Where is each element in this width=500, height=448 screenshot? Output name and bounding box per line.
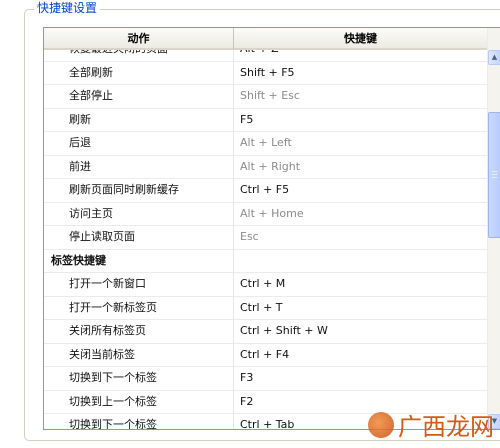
group-label: 标签快捷键 xyxy=(44,249,234,272)
scroll-thumb[interactable] xyxy=(488,112,500,238)
shortcut-cell[interactable] xyxy=(234,250,488,273)
action-cell: 恢复最近关闭的页面 xyxy=(44,50,234,61)
action-cell: 后退 xyxy=(44,132,234,155)
shortcut-cell[interactable]: Ctrl + F5 xyxy=(234,179,488,202)
column-header-action[interactable]: 动作 xyxy=(44,28,234,50)
shortcut-cell[interactable]: Esc xyxy=(234,226,488,249)
action-cell: 停止读取页面 xyxy=(44,226,234,249)
action-cell: 切换到上一个标签 xyxy=(44,390,234,413)
group-title: 快捷键设置 xyxy=(34,1,101,15)
shortcut-cell[interactable]: Shift + F5 xyxy=(234,62,488,85)
action-cell: 打开一个新标签页 xyxy=(44,296,234,319)
shortcut-cell[interactable]: Shift + Esc xyxy=(234,85,488,108)
table-row[interactable]: 前进 Alt + Right xyxy=(44,155,488,179)
shortcut-cell[interactable]: Ctrl + Shift + W xyxy=(234,320,488,343)
table-row[interactable]: 恢复最近关闭的页面Alt + Z xyxy=(44,50,488,62)
shortcut-cell[interactable]: Alt + Left xyxy=(234,132,488,155)
site-watermark: 广西龙网 xyxy=(368,407,494,442)
table-row[interactable]: 后退 Alt + Left xyxy=(44,132,488,156)
action-cell: 全部停止 xyxy=(44,85,234,108)
vertical-scrollbar[interactable]: ▲ ▼ xyxy=(487,28,500,429)
table-row[interactable]: 刷新页面同时刷新缓存 Ctrl + F5 xyxy=(44,179,488,203)
shortcut-cell[interactable]: Alt + Z xyxy=(234,50,488,61)
table-row[interactable]: 关闭当前标签 Ctrl + F4 xyxy=(44,343,488,367)
table-row[interactable]: 打开一个新标签页 Ctrl + T xyxy=(44,296,488,320)
table-row[interactable]: 访问主页 Alt + Home xyxy=(44,202,488,226)
action-cell: 切换到下一个标签 xyxy=(44,367,234,390)
action-cell: 刷新 xyxy=(44,108,234,131)
shortcut-cell[interactable]: Ctrl + T xyxy=(234,297,488,320)
scroll-up-button[interactable]: ▲ xyxy=(488,50,500,65)
list-rows: 恢复最近关闭的页面Alt + Z全部刷新Shift + F5全部停止Shift … xyxy=(44,50,488,429)
shortcut-cell[interactable]: Ctrl + M xyxy=(234,273,488,296)
action-cell: 访问主页 xyxy=(44,202,234,225)
table-row[interactable]: 刷新 F5 xyxy=(44,108,488,132)
table-row[interactable]: 打开一个新窗口 Ctrl + M xyxy=(44,273,488,297)
shortcut-cell[interactable]: Ctrl + F4 xyxy=(234,344,488,367)
shortcut-cell[interactable]: F5 xyxy=(234,109,488,132)
column-header-shortcut[interactable]: 快捷键 xyxy=(234,28,488,50)
action-cell: 全部刷新 xyxy=(44,61,234,84)
table-row[interactable]: 停止读取页面 Esc xyxy=(44,226,488,250)
action-cell: 切换到下一个标签 xyxy=(44,414,234,429)
list-header: 动作 快捷键 xyxy=(44,28,488,50)
shortcut-cell[interactable]: F3 xyxy=(234,367,488,390)
action-cell: 关闭当前标签 xyxy=(44,343,234,366)
action-cell: 关闭所有标签页 xyxy=(44,320,234,343)
table-row[interactable]: 关闭所有标签页 Ctrl + Shift + W xyxy=(44,320,488,344)
watermark-logo-icon xyxy=(368,411,394,438)
shortcut-list[interactable]: 动作 快捷键 恢复最近关闭的页面Alt + Z全部刷新Shift + F5全部停… xyxy=(43,27,500,430)
shortcut-cell[interactable]: Alt + Home xyxy=(234,203,488,226)
shortcut-cell[interactable]: Alt + Right xyxy=(234,156,488,179)
watermark-text: 广西龙网 xyxy=(398,413,494,441)
action-cell: 刷新页面同时刷新缓存 xyxy=(44,179,234,202)
action-cell: 打开一个新窗口 xyxy=(44,273,234,296)
table-row[interactable]: 全部停止 Shift + Esc xyxy=(44,85,488,109)
action-cell: 前进 xyxy=(44,155,234,178)
table-row[interactable]: 全部刷新 Shift + F5 xyxy=(44,61,488,85)
group-row[interactable]: 标签快捷键 xyxy=(44,249,488,273)
table-row[interactable]: 切换到下一个标签 F3 xyxy=(44,367,488,391)
